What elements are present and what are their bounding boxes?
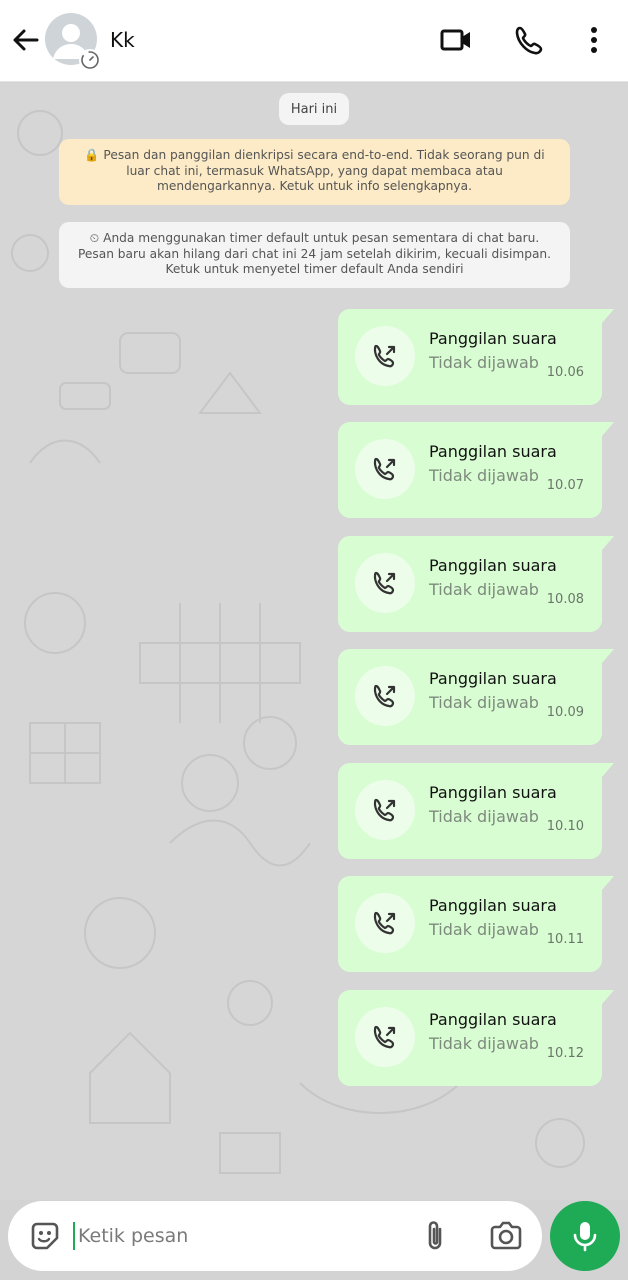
disappearing-timer-notice[interactable]: ⏲ Anda menggunakan timer default untuk p… xyxy=(59,222,570,288)
outgoing-call-icon xyxy=(355,553,415,613)
call-title: Panggilan suara xyxy=(429,329,557,348)
call-title: Panggilan suara xyxy=(429,442,557,461)
call-time: 10.09 xyxy=(546,705,584,720)
call-message[interactable]: Panggilan suara Tidak dijawab 10.08 xyxy=(338,536,614,632)
encryption-notice[interactable]: 🔒 Pesan dan panggilan dienkripsi secara … xyxy=(59,139,570,205)
outgoing-call-icon xyxy=(355,439,415,499)
call-message[interactable]: Panggilan suara Tidak dijawab 10.06 xyxy=(338,309,614,405)
outgoing-call-icon xyxy=(355,326,415,386)
call-message[interactable]: Panggilan suara Tidak dijawab 10.07 xyxy=(338,422,614,518)
sticker-icon xyxy=(31,1222,59,1250)
back-button[interactable] xyxy=(10,24,42,56)
timer-icon xyxy=(79,49,101,71)
call-status: Tidak dijawab xyxy=(429,353,539,372)
date-chip: Hari ini xyxy=(279,93,349,125)
attach-button[interactable] xyxy=(420,1218,450,1254)
camera-icon xyxy=(490,1221,522,1250)
voice-record-button[interactable] xyxy=(550,1201,620,1271)
call-status: Tidak dijawab xyxy=(429,693,539,712)
call-time: 10.11 xyxy=(546,932,584,947)
message-input[interactable] xyxy=(78,1219,408,1253)
call-message[interactable]: Panggilan suara Tidak dijawab 10.12 xyxy=(338,990,614,1086)
call-time: 10.12 xyxy=(546,1046,584,1061)
outgoing-call-icon xyxy=(355,666,415,726)
more-options-button[interactable] xyxy=(578,22,614,58)
call-message[interactable]: Panggilan suara Tidak dijawab 10.11 xyxy=(338,876,614,972)
text-caret xyxy=(73,1222,75,1250)
call-message[interactable]: Panggilan suara Tidak dijawab 10.09 xyxy=(338,649,614,745)
chat-header: Kk xyxy=(0,0,628,82)
call-status: Tidak dijawab xyxy=(429,920,539,939)
call-status: Tidak dijawab xyxy=(429,807,539,826)
call-time: 10.07 xyxy=(546,478,584,493)
call-title: Panggilan suara xyxy=(429,669,557,688)
outgoing-call-icon xyxy=(355,780,415,840)
call-time: 10.06 xyxy=(546,365,584,380)
call-time: 10.10 xyxy=(546,819,584,834)
video-call-button[interactable] xyxy=(438,22,474,58)
camera-button[interactable] xyxy=(488,1220,524,1252)
attach-icon xyxy=(428,1221,442,1250)
sticker-button[interactable] xyxy=(27,1218,63,1254)
call-time: 10.08 xyxy=(546,592,584,607)
call-status: Tidak dijawab xyxy=(429,466,539,485)
call-title: Panggilan suara xyxy=(429,1010,557,1029)
back-arrow-icon xyxy=(13,29,39,51)
mic-icon xyxy=(573,1222,597,1252)
call-title: Panggilan suara xyxy=(429,783,557,802)
voice-call-button[interactable] xyxy=(512,22,548,58)
call-title: Panggilan suara xyxy=(429,896,557,915)
more-options-icon xyxy=(591,27,597,53)
call-title: Panggilan suara xyxy=(429,556,557,575)
call-status: Tidak dijawab xyxy=(429,580,539,599)
contact-name[interactable]: Kk xyxy=(110,28,135,52)
video-call-icon xyxy=(440,29,470,51)
message-composer xyxy=(8,1201,542,1271)
outgoing-call-icon xyxy=(355,1007,415,1067)
call-message[interactable]: Panggilan suara Tidak dijawab 10.10 xyxy=(338,763,614,859)
chat-area[interactable]: Hari ini 🔒 Pesan dan panggilan dienkrips… xyxy=(0,83,628,1200)
voice-call-icon xyxy=(515,26,543,55)
call-status: Tidak dijawab xyxy=(429,1034,539,1053)
outgoing-call-icon xyxy=(355,893,415,953)
